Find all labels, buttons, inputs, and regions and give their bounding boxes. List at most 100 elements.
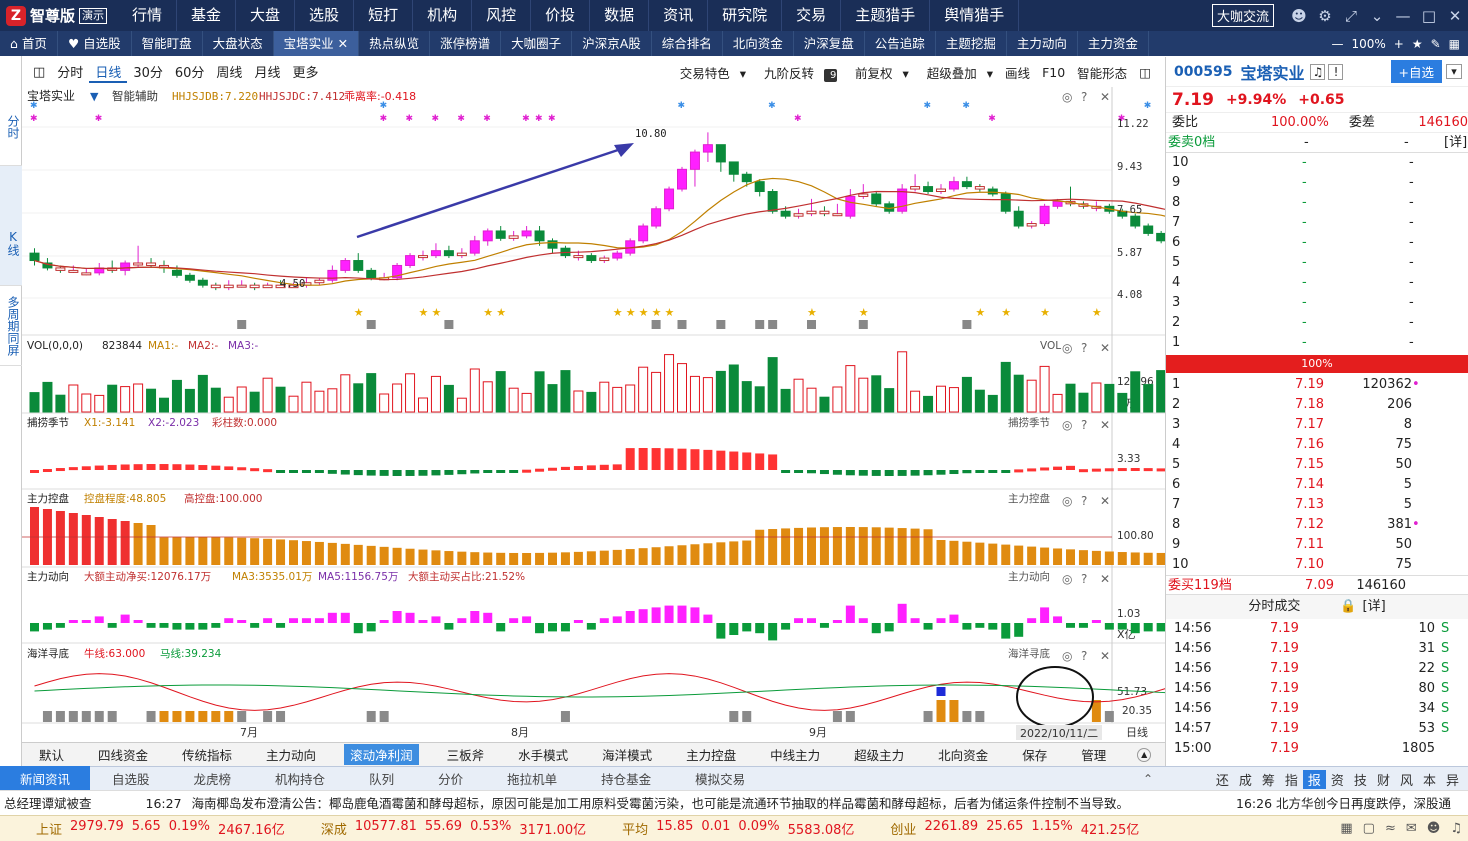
index-quote[interactable]: 上证 2979.79 5.65 0.19% 2467.16亿: [0, 819, 285, 838]
news-text-2[interactable]: 北方华创今日再度跌停，深股通: [1276, 796, 1451, 811]
quote-tab[interactable]: 筹: [1257, 770, 1280, 789]
panel-close-icon[interactable]: ✕: [1100, 341, 1110, 355]
period-option[interactable]: 日线: [89, 62, 128, 83]
indicator-option[interactable]: 默认: [22, 745, 81, 764]
panel-help-icon[interactable]: ?: [1081, 649, 1087, 663]
settings-icon[interactable]: ⚙: [1312, 7, 1338, 25]
quote-tab[interactable]: 成: [1234, 770, 1257, 789]
bid-row[interactable]: 9 7.11 50: [1166, 535, 1468, 555]
layout-icon[interactable]: ◫: [23, 65, 51, 80]
indicator-option[interactable]: 主力控盘: [669, 745, 753, 764]
mail-icon[interactable]: ✉: [1406, 821, 1417, 836]
bottom-tab[interactable]: 机构持仓: [253, 769, 347, 788]
indicator-option[interactable]: 三板斧: [430, 745, 502, 764]
close-icon[interactable]: ✕: [1442, 7, 1468, 25]
quote-tab[interactable]: 异: [1441, 770, 1464, 789]
bid-row[interactable]: 3 7.17 8: [1166, 415, 1468, 435]
tab-item[interactable]: 沪深复盘: [794, 31, 865, 56]
minimize-icon[interactable]: —: [1390, 7, 1416, 25]
tool-nine-reversal[interactable]: 九阶反转 9: [752, 63, 843, 82]
news-left[interactable]: 总经理谭斌被查: [0, 796, 92, 811]
panel-close-icon[interactable]: ✕: [1100, 418, 1110, 432]
top-nav-item[interactable]: 基金: [177, 0, 237, 31]
tool-draw[interactable]: 画线: [999, 63, 1036, 82]
expand-up-icon[interactable]: ⌃: [1143, 772, 1153, 786]
indicator-option[interactable]: 传统指标: [165, 745, 249, 764]
indicator-option[interactable]: 超级主力: [837, 745, 921, 764]
panel-help-icon[interactable]: ?: [1081, 494, 1087, 508]
maximize-icon[interactable]: □: [1416, 7, 1442, 25]
bid-row[interactable]: 4 7.16 75: [1166, 435, 1468, 455]
bid-row[interactable]: 2 7.18 206: [1166, 395, 1468, 415]
edit-icon[interactable]: ✎: [1427, 37, 1445, 51]
monitor-icon[interactable]: ▢: [1363, 821, 1375, 836]
quote-tab[interactable]: 报: [1302, 769, 1326, 789]
tab-item[interactable]: 大咖圈子: [501, 31, 573, 56]
tool-overlay[interactable]: 超级叠加 ▾: [915, 63, 999, 82]
quote-tab[interactable]: 指: [1280, 770, 1303, 789]
person-icon[interactable]: ☻: [1427, 821, 1441, 836]
news-text-1[interactable]: 海南椰岛发布澄清公告：椰岛鹿龟酒霉菌和酵母超标，原因可能是加工用原料受霉菌污染，…: [186, 796, 1130, 811]
panel-toggle-icon[interactable]: ◫: [1133, 65, 1157, 80]
ask-row[interactable]: 3--: [1166, 293, 1468, 313]
collapse-icon[interactable]: ▲: [1137, 747, 1152, 762]
quote-tab[interactable]: 还: [1211, 770, 1234, 789]
panel-close-icon[interactable]: ✕: [1100, 572, 1110, 586]
period-option[interactable]: 30分: [127, 62, 169, 83]
period-option[interactable]: 更多: [286, 62, 324, 83]
top-nav-item[interactable]: 行情: [118, 0, 178, 31]
bottom-tab[interactable]: 自选股: [90, 769, 172, 788]
user-icon[interactable]: ☻: [1286, 7, 1312, 25]
panel-help-icon[interactable]: ?: [1081, 341, 1087, 355]
quote-tab[interactable]: 本: [1418, 770, 1441, 789]
bid-row[interactable]: 5 7.15 50: [1166, 455, 1468, 475]
ask-row[interactable]: 9--: [1166, 173, 1468, 193]
top-nav-item[interactable]: 舆情猎手: [930, 0, 1020, 31]
tab-item[interactable]: 热点纵览: [359, 31, 431, 56]
indicator-option[interactable]: 水手模式: [501, 745, 585, 764]
news-ticker[interactable]: 总经理谭斌被查 16:27 海南椰岛发布澄清公告：椰岛鹿龟酒霉菌和酵母超标，原因…: [0, 790, 1468, 815]
tool-pattern[interactable]: 智能形态: [1071, 63, 1133, 82]
tab-item[interactable]: 主力资金: [1078, 31, 1149, 56]
ask-row[interactable]: 4--: [1166, 273, 1468, 293]
grid-icon[interactable]: ▦: [1445, 37, 1464, 51]
tab-item[interactable]: 综合排名: [652, 31, 723, 56]
panel-menu-icon[interactable]: ▾: [1446, 64, 1462, 79]
star-icon[interactable]: ★: [1408, 37, 1427, 51]
top-nav-item[interactable]: 选股: [295, 0, 355, 31]
zoom-out-icon[interactable]: —: [1327, 37, 1347, 51]
top-nav-item[interactable]: 研究院: [708, 0, 783, 31]
indicator-option[interactable]: 滚动净利润: [344, 744, 419, 765]
indicator-option[interactable]: 海洋模式: [585, 745, 669, 764]
alert-icon[interactable]: !: [1328, 63, 1344, 80]
tab-item[interactable]: 公告追踪: [865, 31, 936, 56]
indicator-option[interactable]: 主力动向: [249, 745, 333, 764]
top-nav-item[interactable]: 风控: [472, 0, 532, 31]
x-cycle-label[interactable]: 日线: [1126, 725, 1148, 739]
ask-row[interactable]: 5--: [1166, 253, 1468, 273]
quote-tab[interactable]: 财: [1372, 770, 1395, 789]
panel-settings-icon[interactable]: ◎: [1062, 341, 1072, 355]
indicator-option[interactable]: 管理: [1064, 745, 1123, 764]
panel-settings-icon[interactable]: ◎: [1062, 649, 1072, 663]
panel-close-icon[interactable]: ✕: [1100, 649, 1110, 663]
tool-f10[interactable]: F10: [1036, 65, 1071, 80]
top-nav-item[interactable]: 资讯: [649, 0, 709, 31]
calc-icon[interactable]: ▦: [1340, 821, 1352, 836]
assist-toggle-icon[interactable]: ▼: [90, 90, 99, 103]
assist-label[interactable]: 智能辅助: [112, 89, 158, 103]
tab-item[interactable]: 宝塔实业 ✕: [273, 31, 360, 56]
period-option[interactable]: 分时: [51, 62, 89, 83]
panel-help-icon[interactable]: ?: [1081, 418, 1087, 432]
top-nav-item[interactable]: 主题猎手: [841, 0, 931, 31]
shrink-icon[interactable]: ⤢: [1338, 7, 1364, 25]
panel-settings-icon[interactable]: ◎: [1062, 90, 1072, 104]
panel-settings-icon[interactable]: ◎: [1062, 494, 1072, 508]
chevron-down-icon[interactable]: ⌄: [1364, 7, 1390, 25]
tab-item[interactable]: 主题挖掘: [936, 31, 1007, 56]
indicator-option[interactable]: 北向资金: [921, 745, 1005, 764]
talk-button[interactable]: 大咖交流: [1211, 4, 1274, 27]
bid-row[interactable]: 1 7.19 120362 •: [1166, 375, 1468, 395]
tab-item[interactable]: ⌂ 首页: [0, 31, 58, 56]
period-option[interactable]: 60分: [169, 62, 211, 83]
